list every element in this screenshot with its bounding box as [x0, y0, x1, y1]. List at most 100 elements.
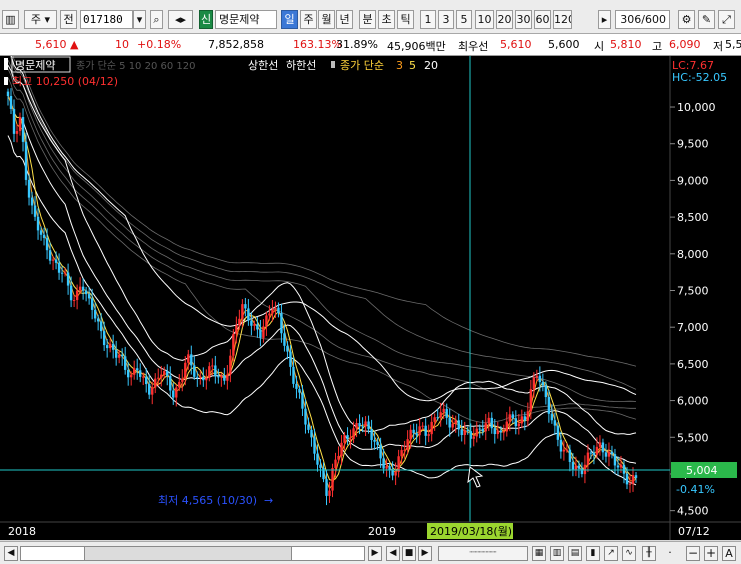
- legend-lower-limit: 하한선: [286, 58, 316, 72]
- candle-body: [313, 437, 316, 454]
- line-view-icon[interactable]: ∿: [622, 546, 636, 561]
- candle-body: [259, 329, 262, 338]
- candle-body: [529, 389, 533, 412]
- low-label: 저: [713, 40, 724, 53]
- candle-body: [232, 333, 235, 356]
- favorite-tag[interactable]: 신: [199, 10, 213, 29]
- interval-button-3[interactable]: 10: [475, 10, 494, 29]
- trend-icon[interactable]: ↗: [604, 546, 618, 561]
- price-chart[interactable]: 10,000 9,500 9,000 8,500 8,000 7,500 7,000 6,50…: [0, 56, 741, 540]
- candle-body: [250, 320, 253, 326]
- candle-body: [123, 356, 127, 370]
- grid-view-icon[interactable]: ▦: [532, 546, 546, 561]
- zoom-range-icon[interactable]: ┈┈┈┈┈: [438, 546, 528, 561]
- candle-body: [283, 333, 286, 346]
- timeframe-button-1[interactable]: 주: [300, 10, 317, 29]
- scroll-right-icon[interactable]: ▶: [368, 546, 382, 561]
- interval-button-5[interactable]: 30: [515, 10, 532, 29]
- settings-icon[interactable]: ⚙: [678, 10, 695, 29]
- candle-icon[interactable]: ╫: [642, 546, 656, 561]
- period-select[interactable]: 주 ▾: [24, 10, 57, 29]
- price-change-pct: +0.18%: [137, 38, 182, 51]
- chart-type-icon[interactable]: ▥: [2, 10, 19, 29]
- candle-body: [547, 397, 551, 414]
- zoom-out-icon[interactable]: −: [686, 546, 700, 561]
- candle-body: [415, 433, 418, 436]
- play-back-icon[interactable]: ◀: [386, 546, 400, 561]
- timeframe-button-4[interactable]: 분: [359, 10, 376, 29]
- chart-canvas[interactable]: 10,000 9,500 9,000 8,500 8,000 7,500 7,000 6,50…: [0, 56, 741, 540]
- scroll-thumb[interactable]: [84, 546, 292, 561]
- candle-body: [151, 387, 154, 395]
- stock-code-field[interactable]: [81, 11, 132, 28]
- open-label: 시: [594, 40, 605, 53]
- y-tick-label: 7,500: [677, 284, 709, 297]
- search-icon[interactable]: ⌕: [150, 10, 163, 29]
- candle-body: [139, 370, 142, 377]
- volume-ratio: 163.13%: [293, 38, 342, 51]
- candle-body: [36, 216, 40, 231]
- timeframe-button-6[interactable]: 틱: [397, 10, 414, 29]
- candle-body: [262, 326, 265, 338]
- timeframe-button-3[interactable]: 년: [336, 10, 353, 29]
- candle-body: [589, 452, 593, 454]
- timeframe-button-5[interactable]: 초: [378, 10, 395, 29]
- high-annotation: 최고 10,250 (04/12): [12, 75, 118, 88]
- crosshair-pct: -0.41%: [676, 483, 715, 496]
- sound-icon[interactable]: ◂▸: [168, 10, 193, 29]
- candle-body: [454, 420, 457, 424]
- candle-body: [229, 355, 232, 375]
- bar-view-icon[interactable]: ▮: [586, 546, 600, 561]
- zoom-in-icon[interactable]: +: [704, 546, 718, 561]
- interval-button-2[interactable]: 5: [456, 10, 472, 29]
- candle-body: [96, 318, 100, 322]
- volume: 7,852,858: [208, 38, 264, 51]
- candle-body: [481, 428, 484, 432]
- low-arrow-icon: →: [264, 494, 273, 507]
- zoom-icon[interactable]: ⤢: [718, 10, 735, 29]
- interval-button-1[interactable]: 3: [438, 10, 454, 29]
- candle-body: [157, 377, 160, 379]
- candle-body: [298, 388, 301, 393]
- legend-faded-series: 종가 단순 5 10 20 60 120: [76, 60, 196, 72]
- candle-body: [343, 435, 346, 443]
- font-size-icon[interactable]: A: [722, 546, 736, 561]
- candle-body: [517, 423, 521, 427]
- candle-body: [154, 378, 157, 388]
- candle-body: [277, 307, 280, 313]
- interval-button-0[interactable]: 1: [420, 10, 436, 29]
- candle-body: [400, 450, 403, 457]
- legend-stock-name: 명문제약: [15, 58, 55, 72]
- scroll-left-icon[interactable]: ◀: [4, 546, 18, 561]
- candle-body: [196, 376, 199, 378]
- stock-code-input[interactable]: [80, 10, 133, 29]
- hc-value: HC:-52.05: [672, 71, 727, 84]
- code-dropdown-icon[interactable]: ▾: [133, 10, 146, 29]
- timeframe-button-0[interactable]: 일: [281, 10, 298, 29]
- candle-body: [148, 384, 151, 395]
- draw-icon[interactable]: ✎: [698, 10, 715, 29]
- candle-body: [114, 349, 118, 358]
- table-view-icon[interactable]: ▤: [568, 546, 582, 561]
- candle-body: [523, 416, 527, 421]
- play-forward-icon[interactable]: ▶: [418, 546, 432, 561]
- candle-body: [307, 424, 310, 430]
- timeframe-button-2[interactable]: 월: [318, 10, 335, 29]
- interval-button-4[interactable]: 20: [496, 10, 513, 29]
- page-arrow-icon[interactable]: ▸: [598, 10, 611, 29]
- interval-button-7[interactable]: 120: [553, 10, 572, 29]
- candle-body: [499, 430, 502, 433]
- split-view-icon[interactable]: ▥: [550, 546, 564, 561]
- candle-body: [451, 423, 454, 428]
- high-label: 고: [652, 40, 663, 53]
- candle-body: [268, 313, 271, 316]
- prev-button[interactable]: 전: [60, 10, 77, 29]
- play-stop-icon[interactable]: ■: [402, 546, 416, 561]
- candle-body: [178, 381, 181, 388]
- interval-button-6[interactable]: 60: [534, 10, 551, 29]
- candle-body: [502, 431, 505, 433]
- legend-upper-limit: 상한선: [248, 59, 278, 72]
- candle-body: [72, 300, 76, 302]
- page-counter[interactable]: 306/600: [615, 10, 670, 29]
- candle-body: [163, 371, 166, 375]
